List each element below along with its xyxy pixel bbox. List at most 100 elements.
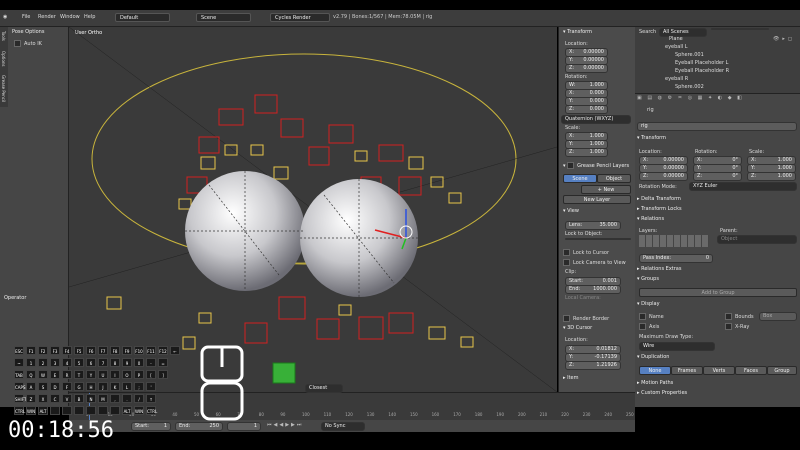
- keyboard-key[interactable]: [62, 406, 72, 415]
- keyboard-key[interactable]: F10: [134, 346, 144, 355]
- keyboard-key[interactable]: 2: [38, 358, 48, 367]
- tab-options[interactable]: Options: [1, 51, 6, 66]
- gp-new-button[interactable]: + New: [581, 185, 631, 194]
- keyboard-key[interactable]: F12: [158, 346, 168, 355]
- keyboard-key[interactable]: 7: [98, 358, 108, 367]
- grease-pencil-header[interactable]: ▾ Grease Pencil Layers: [563, 162, 629, 169]
- scene-rendering[interactable]: [69, 27, 557, 392]
- keyboard-key[interactable]: CTRL: [14, 406, 25, 415]
- clip-end-field[interactable]: End: 1000.000: [565, 285, 621, 294]
- keyboard-key[interactable]: F8: [110, 346, 120, 355]
- bounds-checkbox[interactable]: Bounds: [725, 313, 754, 320]
- render-engine-selector[interactable]: Cycles Render: [270, 13, 330, 22]
- keyboard-key[interactable]: W: [38, 370, 48, 379]
- keyboard-key[interactable]: G: [74, 382, 84, 391]
- keyboard-key[interactable]: ↑: [146, 394, 156, 403]
- keyboard-key[interactable]: WIN: [134, 406, 144, 415]
- rotation-mode-select[interactable]: XYZ Euler: [689, 182, 797, 191]
- keyboard-key[interactable]: [110, 406, 120, 415]
- keyboard-key[interactable]: O: [122, 370, 132, 379]
- keyboard-key[interactable]: I: [110, 370, 120, 379]
- keyboard-key[interactable]: ]: [158, 370, 168, 379]
- max-draw-type-select[interactable]: Wire: [639, 342, 715, 351]
- keyboard-key[interactable]: =: [158, 358, 168, 367]
- dup-frames-button[interactable]: Frames: [671, 366, 703, 375]
- keyboard-key[interactable]: C: [50, 394, 60, 403]
- groups-header[interactable]: ▾ Groups: [637, 276, 659, 282]
- keyboard-key[interactable]: ': [146, 382, 156, 391]
- name-checkbox[interactable]: Name: [639, 313, 664, 320]
- lens-field[interactable]: Lens: 35.000: [565, 221, 621, 230]
- loc-z-field[interactable]: Z: 0.00000: [639, 172, 688, 181]
- view-panel-header[interactable]: ▾ View: [563, 208, 579, 214]
- keyboard-key[interactable]: E: [50, 370, 60, 379]
- keyboard-key[interactable]: Q: [26, 370, 36, 379]
- scl-z-field[interactable]: Z: 1.000: [747, 172, 796, 181]
- visibility-icons[interactable]: 👁▸◻: [773, 36, 795, 42]
- outliner-item[interactable]: eyeball R: [665, 76, 688, 82]
- keyboard-key[interactable]: 4: [62, 358, 72, 367]
- end-frame-field[interactable]: End: 250: [175, 422, 223, 431]
- keyboard-key[interactable]: ←: [170, 346, 180, 355]
- axis-checkbox[interactable]: Axis: [639, 323, 659, 330]
- keyboard-key[interactable]: D: [50, 382, 60, 391]
- keyboard-key[interactable]: ESC: [14, 346, 24, 355]
- keyboard-key[interactable]: F: [62, 382, 72, 391]
- keyboard-key[interactable]: T: [74, 370, 84, 379]
- keyboard-key[interactable]: F3: [50, 346, 60, 355]
- keyboard-key[interactable]: K: [110, 382, 120, 391]
- transform-locks-header[interactable]: ▸ Transform Locks: [637, 206, 682, 212]
- gp-scene-button[interactable]: Scene: [563, 174, 597, 183]
- keyboard-key[interactable]: V: [62, 394, 72, 403]
- keyboard-key[interactable]: TAB: [14, 370, 24, 379]
- keyboard-key[interactable]: [50, 406, 60, 415]
- outliner-item[interactable]: eyeball L: [665, 44, 688, 50]
- keyboard-key[interactable]: F9: [122, 346, 132, 355]
- keyboard-key[interactable]: [: [146, 370, 156, 379]
- scene-selector[interactable]: Scene: [196, 13, 251, 22]
- cursor-z-field[interactable]: Z: 1.21926: [565, 361, 621, 370]
- operator-header[interactable]: Operator: [4, 295, 26, 301]
- properties-tabs[interactable]: ▣ ▤ ◍ ⚙ ♒ ◎ ▦ ✦ ◐ ◆ ◧: [637, 95, 744, 101]
- tab-grease-pencil[interactable]: Grease Pencil: [1, 75, 6, 102]
- render-border-checkbox[interactable]: Render Border: [563, 315, 609, 322]
- keyboard-key[interactable]: B: [74, 394, 84, 403]
- keyboard-key[interactable]: SHIFT: [14, 394, 26, 403]
- keyboard-key[interactable]: U: [98, 370, 108, 379]
- sync-mode-select[interactable]: No Sync: [321, 422, 365, 431]
- start-frame-field[interactable]: Start: 1: [131, 422, 171, 431]
- lock-to-cursor-checkbox[interactable]: Lock to Cursor: [563, 249, 609, 256]
- motion-paths-header[interactable]: ▸ Motion Paths: [637, 380, 673, 386]
- keyboard-key[interactable]: F2: [38, 346, 48, 355]
- keyboard-key[interactable]: A: [26, 382, 36, 391]
- location-z-field[interactable]: Z: 0.00000: [565, 64, 608, 73]
- item-panel-header[interactable]: ▸ Item: [563, 375, 579, 381]
- keyboard-key[interactable]: 5: [74, 358, 84, 367]
- dup-none-button[interactable]: None: [639, 366, 671, 375]
- parent-field[interactable]: Object: [717, 235, 797, 244]
- keyboard-key[interactable]: F5: [74, 346, 84, 355]
- keyboard-key[interactable]: 1: [26, 358, 36, 367]
- keyboard-key[interactable]: [86, 406, 96, 415]
- transform-panel-header[interactable]: ▾ Transform: [563, 29, 592, 35]
- blender-logo-icon[interactable]: ◉: [3, 14, 7, 20]
- keyboard-key[interactable]: ALT: [38, 406, 48, 415]
- outliner-item[interactable]: Sphere.001: [675, 52, 704, 58]
- keyboard-key[interactable]: Z: [26, 394, 36, 403]
- outliner-search-input[interactable]: [711, 28, 769, 30]
- keyboard-key[interactable]: F6: [86, 346, 96, 355]
- pass-index-field[interactable]: Pass Index: 0: [639, 254, 713, 263]
- relations-extras-header[interactable]: ▸ Relations Extras: [637, 266, 681, 272]
- add-to-group-button[interactable]: Add to Group: [639, 288, 797, 297]
- object-name-field[interactable]: rig: [637, 122, 797, 131]
- keyboard-key[interactable]: S: [38, 382, 48, 391]
- layer-grid[interactable]: [639, 235, 709, 247]
- auto-ik-checkbox[interactable]: Auto IK: [14, 40, 42, 47]
- keyboard-key[interactable]: 3: [50, 358, 60, 367]
- relations-header[interactable]: ▾ Relations: [637, 216, 664, 222]
- scene-filter-select[interactable]: All Scenes: [659, 28, 707, 37]
- menu-help[interactable]: Help: [84, 14, 95, 20]
- bounds-type-select[interactable]: Box: [759, 312, 797, 321]
- lock-object-field[interactable]: [565, 238, 631, 240]
- keyboard-key[interactable]: ALT: [122, 406, 132, 415]
